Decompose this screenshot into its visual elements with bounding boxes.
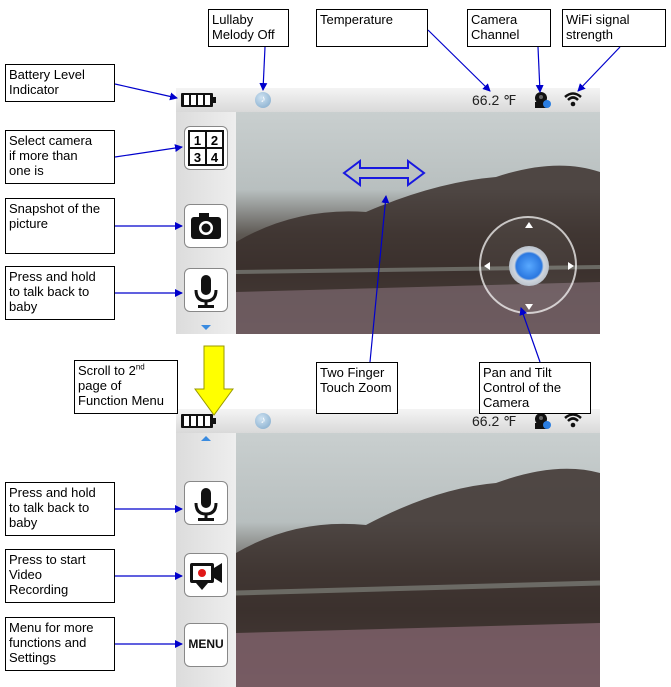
callout-arrows bbox=[114, 29, 621, 648]
scroll-down-arrow-graphic bbox=[194, 345, 234, 416]
